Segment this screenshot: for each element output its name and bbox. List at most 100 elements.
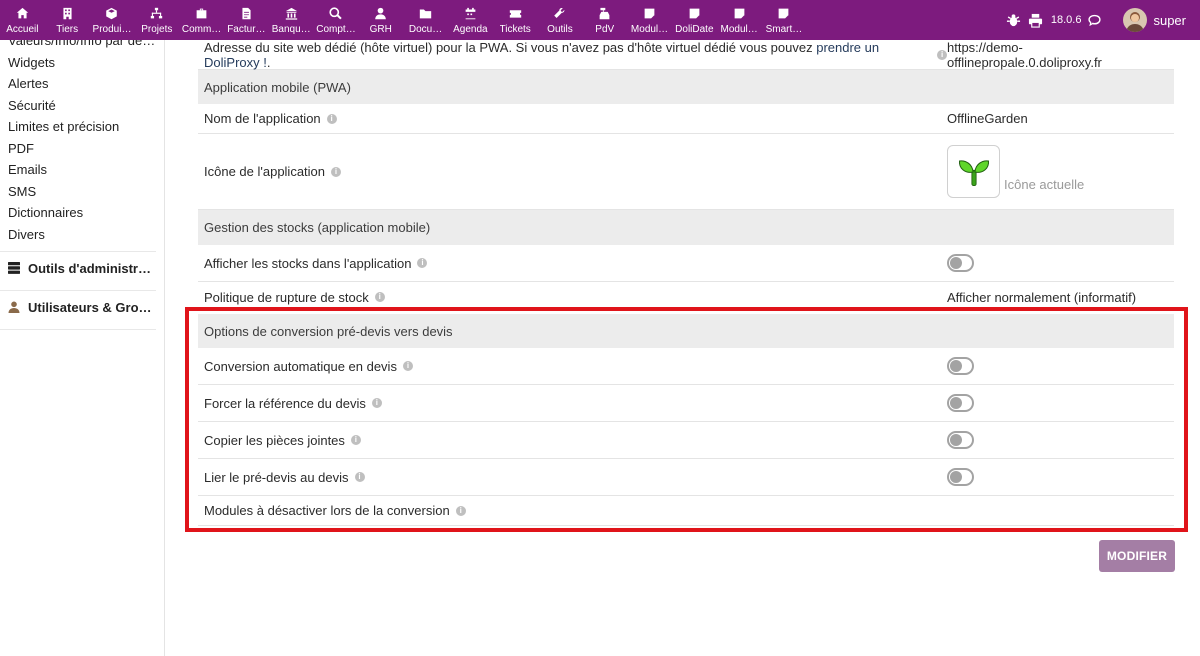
settings-form: Adresse du site web dédié (hôte virtuel)… bbox=[198, 40, 1174, 526]
nav-item-7[interactable]: Compt… bbox=[314, 0, 359, 40]
info-icon[interactable]: i bbox=[417, 258, 428, 268]
left-menu-item-4[interactable]: PDF bbox=[0, 138, 164, 160]
left-menu-users-groups[interactable]: Utilisateurs & Groupes bbox=[0, 291, 164, 323]
pwa-url-value: https://demo-offlinepropale.0.doliproxy.… bbox=[947, 39, 1102, 70]
show-stock-toggle[interactable] bbox=[947, 254, 974, 272]
app-icon-row: Icône de l'application i Icône actuelle bbox=[198, 134, 1174, 210]
nav-item-label: Tiers bbox=[56, 24, 79, 35]
nav-item-label: GRH bbox=[369, 24, 392, 35]
invoice-icon bbox=[239, 6, 253, 20]
bank-icon bbox=[284, 6, 298, 20]
section-header-pwa: Application mobile (PWA) bbox=[198, 70, 1174, 104]
user-tie-icon bbox=[374, 6, 388, 20]
show-stock-label: Afficher les stocks dans l'application bbox=[204, 255, 412, 271]
app-name-label: Nom de l'application bbox=[204, 111, 321, 126]
info-icon[interactable]: i bbox=[937, 49, 947, 60]
left-menu-item-6[interactable]: SMS bbox=[0, 181, 164, 203]
nav-item-label: Docu… bbox=[408, 24, 443, 35]
info-icon[interactable]: i bbox=[350, 435, 361, 445]
link-predevis-toggle[interactable] bbox=[947, 468, 974, 486]
nav-item-label: Factur… bbox=[227, 24, 266, 35]
nav-item-6[interactable]: Banqu… bbox=[269, 0, 314, 40]
nav-item-15[interactable]: DoliDate bbox=[672, 0, 717, 40]
section-title: Gestion des stocks (application mobile) bbox=[204, 220, 431, 235]
app-icon-caption: Icône actuelle bbox=[1004, 177, 1085, 192]
avatar[interactable] bbox=[1123, 8, 1148, 32]
pwa-url-row: Adresse du site web dédié (hôte virtuel)… bbox=[198, 40, 1174, 70]
module-icon bbox=[687, 6, 701, 20]
nav-item-14[interactable]: Modul… bbox=[627, 0, 672, 40]
left-menu-item-3[interactable]: Limites et précision bbox=[0, 116, 164, 138]
left-menu-item-default-values[interactable]: Valeurs/Info/Info par défaut bbox=[0, 40, 164, 52]
nav-item-13[interactable]: PdV bbox=[582, 0, 627, 40]
nav-item-label: DoliDate bbox=[675, 24, 714, 35]
info-icon[interactable]: i bbox=[331, 166, 342, 177]
left-menu: Valeurs/Info/Info par défaut Widgets Aler… bbox=[0, 40, 165, 656]
info-icon[interactable]: i bbox=[354, 472, 365, 482]
server-icon bbox=[8, 262, 20, 274]
cash-register-icon bbox=[598, 6, 612, 20]
nav-item-3[interactable]: Projets bbox=[134, 0, 179, 40]
nav-item-label: Modul… bbox=[720, 24, 758, 35]
bug-icon[interactable] bbox=[1005, 11, 1023, 29]
top-menu-bar: Accueil Tiers Produi… Projets Comm… Factur… Ba… bbox=[0, 0, 1200, 40]
app-icon-label: Icône de l'application bbox=[204, 164, 326, 179]
left-menu-item-7[interactable]: Dictionnaires bbox=[0, 202, 164, 224]
nav-item-label: Agenda bbox=[453, 24, 488, 35]
nav-item-8[interactable]: GRH bbox=[358, 0, 403, 40]
module-icon bbox=[732, 6, 746, 20]
top-right-tools: 18.0.6 super bbox=[1005, 0, 1200, 40]
left-menu-item-1[interactable]: Alertes bbox=[0, 73, 164, 95]
copy-attachments-toggle[interactable] bbox=[947, 431, 974, 449]
info-icon[interactable]: i bbox=[326, 113, 337, 124]
info-icon[interactable]: i bbox=[455, 505, 466, 516]
info-icon[interactable]: i bbox=[371, 398, 382, 408]
section-title: Options de conversion pré-devis vers dev… bbox=[204, 323, 453, 339]
modify-button[interactable]: MODIFIER bbox=[1099, 540, 1175, 572]
nav-item-9[interactable]: Docu… bbox=[403, 0, 448, 40]
left-menu-admin-tools[interactable]: Outils d'administration bbox=[0, 252, 164, 284]
nav-item-5[interactable]: Factur… bbox=[224, 0, 269, 40]
section-label: Utilisateurs & Groupes bbox=[28, 299, 156, 315]
nav-item-10[interactable]: Agenda bbox=[448, 0, 493, 40]
left-menu-item-5[interactable]: Emails bbox=[0, 159, 164, 181]
show-stock-row: Afficher les stocks dans l'application i bbox=[198, 245, 1174, 282]
briefcase-icon bbox=[195, 6, 209, 20]
info-icon[interactable]: i bbox=[374, 292, 385, 302]
divider bbox=[0, 329, 156, 330]
section-header-conversion: Options de conversion pré-devis vers dev… bbox=[198, 314, 1174, 348]
stockout-policy-label: Politique de rupture de stock bbox=[204, 289, 369, 305]
nav-item-label: Outils bbox=[547, 24, 573, 35]
nav-item-label: Tickets bbox=[499, 24, 531, 35]
printer-icon[interactable] bbox=[1027, 11, 1045, 29]
username[interactable]: super bbox=[1153, 13, 1186, 28]
section-title: Application mobile (PWA) bbox=[204, 79, 351, 95]
auto-convert-toggle[interactable] bbox=[947, 357, 974, 375]
modules-disable-label: Modules à désactiver lors de la conversi… bbox=[204, 503, 450, 518]
module-icon bbox=[777, 6, 791, 20]
nav-item-4[interactable]: Comm… bbox=[179, 0, 224, 40]
auto-convert-label: Conversion automatique en devis bbox=[204, 358, 397, 374]
nav-item-16[interactable]: Modul… bbox=[717, 0, 762, 40]
left-menu-item-8[interactable]: Divers bbox=[0, 224, 164, 246]
folder-icon bbox=[419, 6, 433, 20]
left-menu-item-0[interactable]: Widgets bbox=[0, 52, 164, 74]
nav-item-label: Smart… bbox=[765, 24, 803, 35]
force-ref-toggle[interactable] bbox=[947, 394, 974, 412]
left-menu-item-2[interactable]: Sécurité bbox=[0, 95, 164, 117]
force-ref-label: Forcer la référence du devis bbox=[204, 395, 366, 411]
chat-icon[interactable] bbox=[1085, 11, 1103, 29]
nav-item-11[interactable]: Tickets bbox=[493, 0, 538, 40]
nav-item-17[interactable]: Smart… bbox=[762, 0, 807, 40]
version-label: 18.0.6 bbox=[1050, 14, 1082, 26]
nav-item-12[interactable]: Outils bbox=[538, 0, 583, 40]
section-header-stock: Gestion des stocks (application mobile) bbox=[198, 210, 1174, 245]
sitemap-icon bbox=[150, 6, 164, 20]
nav-item-2[interactable]: Produi… bbox=[90, 0, 135, 40]
nav-item-label: Banqu… bbox=[271, 24, 311, 35]
nav-item-1[interactable]: Tiers bbox=[45, 0, 90, 40]
info-icon[interactable]: i bbox=[402, 361, 413, 371]
stockout-policy-value[interactable]: Afficher normalement (informatif) bbox=[947, 290, 1174, 305]
nav-item-0[interactable]: Accueil bbox=[0, 0, 45, 40]
link-predevis-row: Lier le pré-devis au devis i bbox=[198, 459, 1174, 496]
